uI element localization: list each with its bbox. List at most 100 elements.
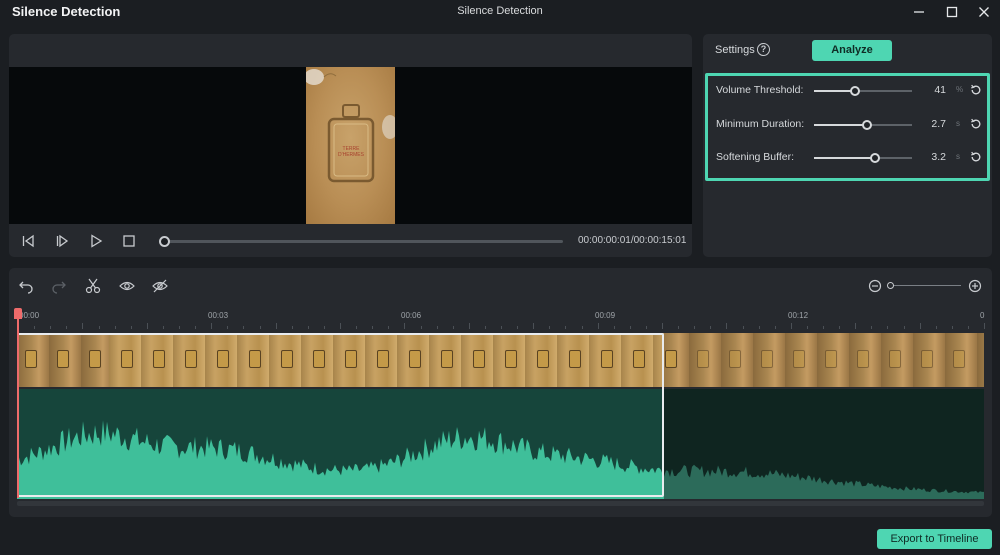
ruler-tick xyxy=(790,323,792,329)
redo-icon[interactable] xyxy=(49,276,69,296)
zoom-in-icon[interactable] xyxy=(965,276,985,296)
video-thumbnail xyxy=(825,350,837,368)
slider-knob[interactable] xyxy=(869,153,880,163)
ruler-tick xyxy=(742,326,744,329)
ruler-tick xyxy=(50,326,52,329)
ruler-tick xyxy=(726,323,728,329)
ruler-label: 00:12 xyxy=(788,311,809,320)
zoom-out-icon[interactable] xyxy=(865,276,885,296)
video-thumbnail xyxy=(793,350,805,368)
video-thumbnail xyxy=(761,350,773,368)
cut-icon[interactable] xyxy=(83,276,103,296)
ruler-tick xyxy=(356,326,358,329)
ruler-tick xyxy=(694,326,696,329)
ruler-tick xyxy=(823,326,824,329)
ruler-tick xyxy=(919,323,921,329)
ruler-tick xyxy=(259,326,261,329)
timeline-panel: 00:00 00:03 00:06 00:09 00:12 0 xyxy=(9,268,992,517)
ruler-tick xyxy=(323,326,325,329)
reset-icon[interactable] xyxy=(970,118,982,130)
zoom-slider[interactable] xyxy=(887,282,961,289)
ruler-tick xyxy=(710,326,712,329)
ruler-tick xyxy=(855,323,857,329)
row-label: Softening Buffer: xyxy=(716,151,795,163)
thumbnail-text: TERRE D'HERMES xyxy=(338,146,364,158)
play-icon[interactable] xyxy=(87,232,105,250)
title-bar: Silence Detection Silence Detection xyxy=(0,0,1000,26)
step-back-icon[interactable] xyxy=(19,232,37,250)
ruler-tick xyxy=(179,326,180,329)
minimum-duration-slider[interactable] xyxy=(814,120,912,130)
maximize-icon[interactable] xyxy=(941,2,963,22)
row-unit: % xyxy=(956,85,964,94)
ruler-tick xyxy=(581,326,583,329)
ruler-tick xyxy=(484,326,486,329)
softening-buffer-slider[interactable] xyxy=(814,153,912,163)
ruler-tick xyxy=(98,326,100,329)
help-icon[interactable]: ? xyxy=(757,43,770,56)
ruler-tick xyxy=(597,323,599,329)
ruler-label: 0 xyxy=(980,311,985,320)
ruler-tick xyxy=(806,326,808,329)
row-unit: s xyxy=(956,152,960,161)
undo-icon[interactable] xyxy=(16,276,36,296)
time-display: 00:00:00:01/00:00:15:01 xyxy=(578,235,687,246)
ruler-tick xyxy=(372,326,374,329)
ruler-tick xyxy=(549,326,551,329)
minimum-duration-row: Minimum Duration: 2.7 s xyxy=(716,117,986,133)
timeline-scrollbar[interactable] xyxy=(17,501,984,506)
settings-title: Settings xyxy=(715,44,755,56)
stop-icon[interactable] xyxy=(120,232,138,250)
ruler-tick xyxy=(243,326,245,329)
volume-threshold-row: Volume Threshold: 41 % xyxy=(716,83,986,99)
time-ruler[interactable]: 00:00 00:03 00:06 00:09 00:12 0 xyxy=(18,308,985,330)
reset-icon[interactable] xyxy=(970,84,982,96)
reset-icon[interactable] xyxy=(970,151,982,163)
video-thumbnail xyxy=(857,350,869,368)
slider-knob[interactable] xyxy=(861,120,872,130)
waveform-inactive xyxy=(664,464,984,499)
step-forward-icon[interactable] xyxy=(53,232,71,250)
slider-fill xyxy=(814,90,856,92)
video-thumbnail xyxy=(697,350,709,368)
analyze-button[interactable]: Analyze xyxy=(812,40,892,61)
playback-scrubber[interactable] xyxy=(159,236,563,247)
video-preview: TERRE D'HERMES xyxy=(9,67,692,224)
ruler-label: 00:00 xyxy=(19,311,40,320)
ruler-tick xyxy=(211,323,213,329)
selection-box[interactable] xyxy=(17,333,664,497)
ruler-tick xyxy=(903,326,905,329)
eye-icon[interactable] xyxy=(117,276,137,296)
playhead[interactable] xyxy=(14,308,22,498)
slider-fill xyxy=(814,124,867,126)
ruler-tick xyxy=(468,323,470,329)
playback-controls: 00:00:00:01/00:00:15:01 xyxy=(9,228,692,254)
slider-knob[interactable] xyxy=(850,86,861,96)
row-label: Minimum Duration: xyxy=(716,118,805,130)
export-to-timeline-button[interactable]: Export to Timeline xyxy=(877,529,992,549)
video-thumbnail xyxy=(729,350,741,368)
ruler-tick xyxy=(678,326,680,329)
ruler-tick xyxy=(388,326,390,329)
ruler-label: 00:09 xyxy=(595,311,616,320)
ruler-tick xyxy=(774,326,776,329)
zoom-knob[interactable] xyxy=(887,282,894,289)
scrubber-knob[interactable] xyxy=(159,236,170,247)
minimize-icon[interactable] xyxy=(908,2,930,22)
ruler-tick xyxy=(565,326,567,329)
video-thumbnail xyxy=(921,350,933,368)
ruler-tick xyxy=(82,323,84,329)
ruler-tick xyxy=(517,326,519,329)
ruler-tick xyxy=(758,326,760,329)
ruler-tick xyxy=(227,326,229,329)
close-icon[interactable] xyxy=(973,2,995,22)
ruler-tick xyxy=(887,326,889,329)
ruler-tick xyxy=(839,326,841,329)
ruler-tick xyxy=(871,326,873,329)
row-unit: s xyxy=(956,119,960,128)
playhead-handle[interactable] xyxy=(14,308,22,319)
volume-threshold-slider[interactable] xyxy=(814,86,912,96)
ruler-tick xyxy=(645,326,647,329)
eye-off-icon[interactable] xyxy=(150,276,170,296)
row-value: 3.2 xyxy=(931,151,946,163)
